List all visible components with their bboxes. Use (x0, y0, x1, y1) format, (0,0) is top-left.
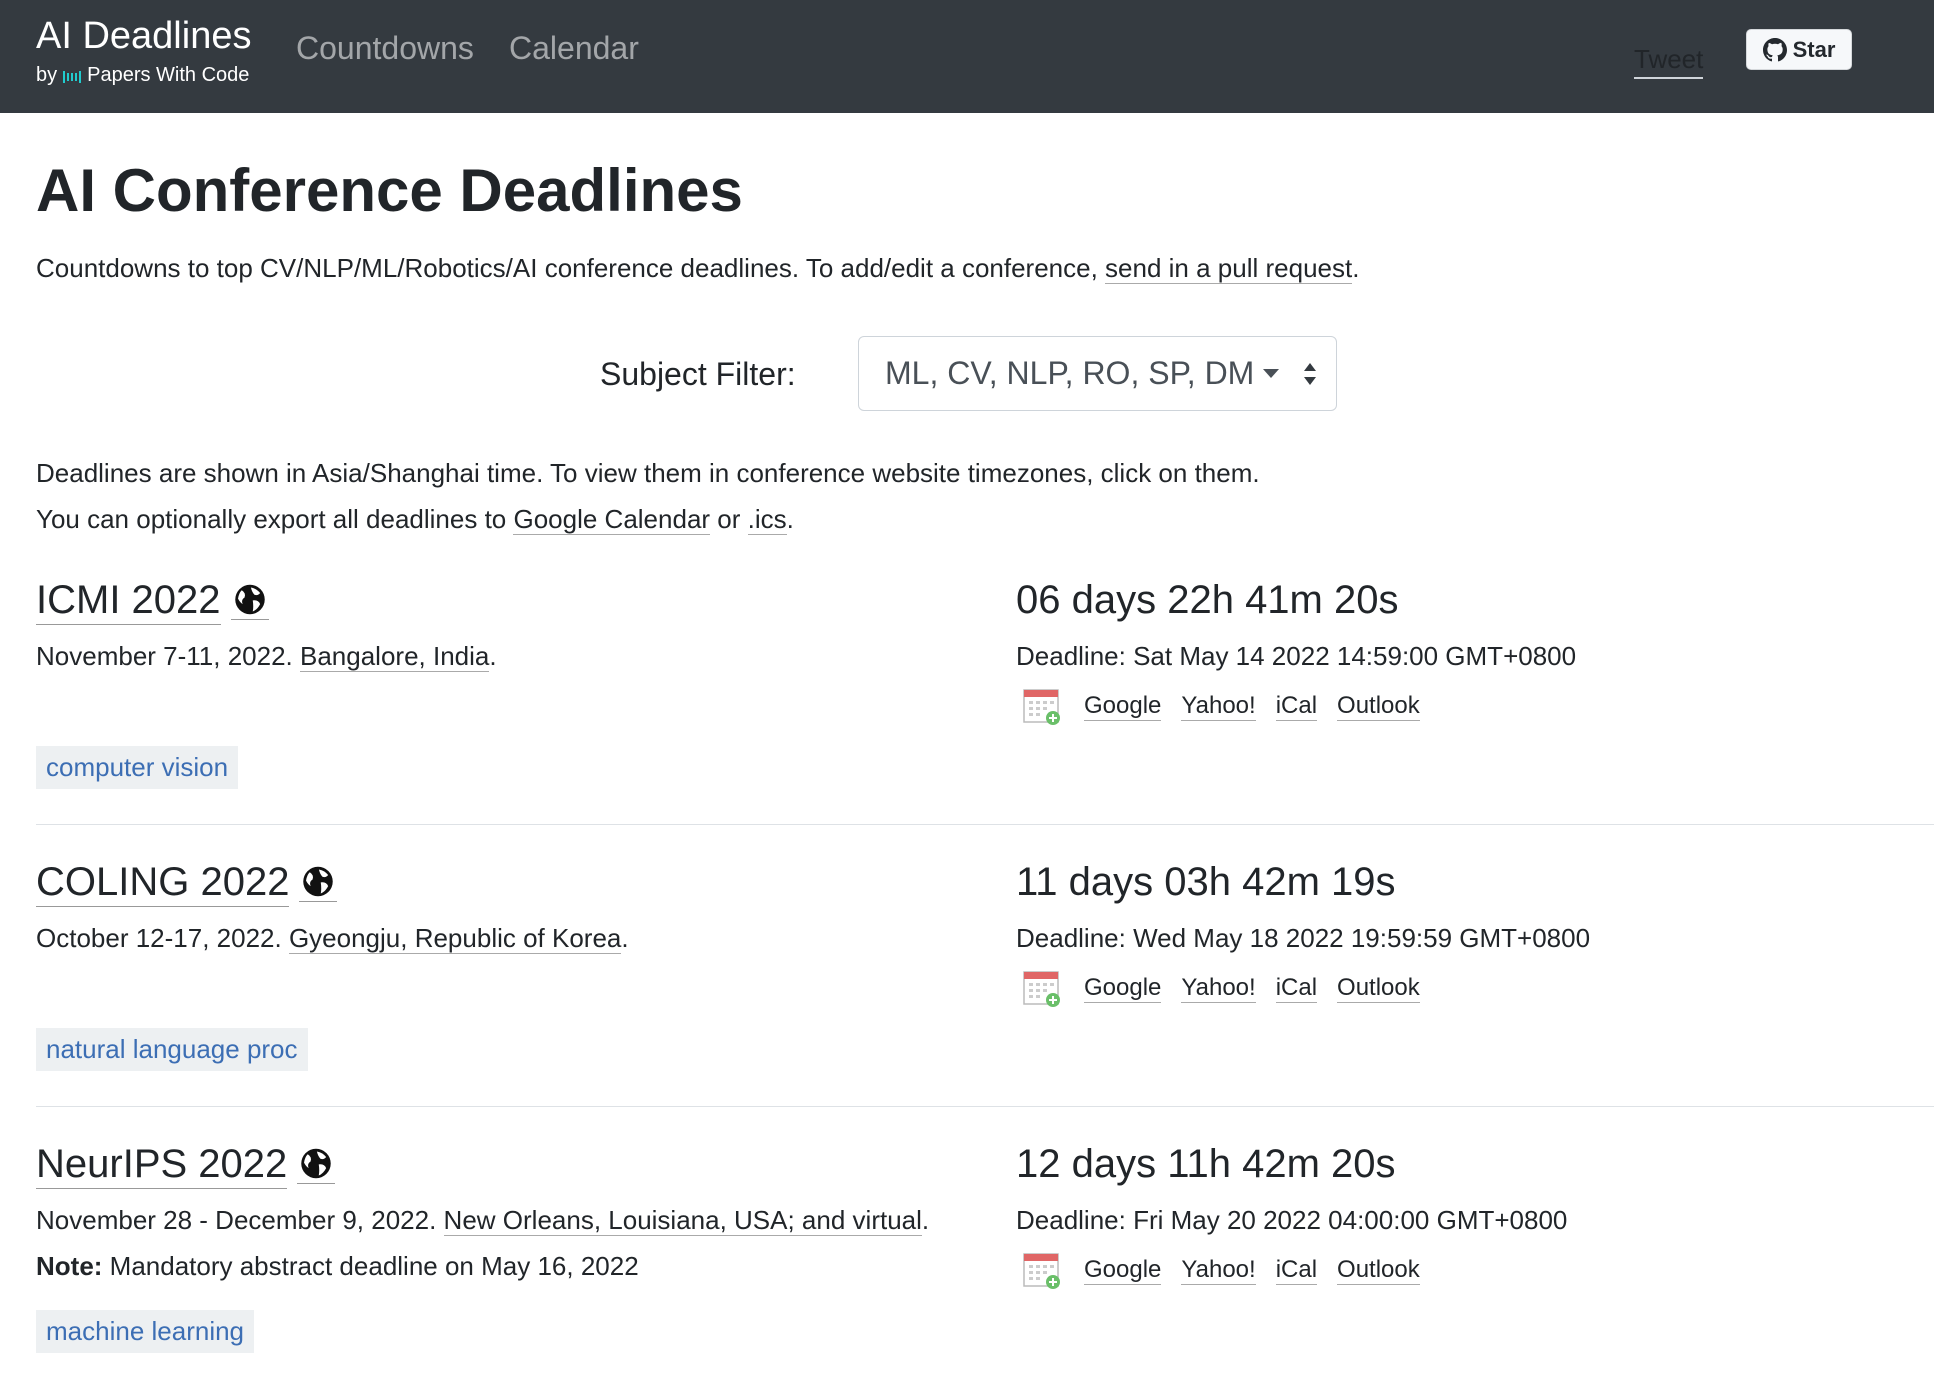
conference-note: Note: Mandatory abstract deadline on May… (36, 1250, 639, 1282)
add-to-outlook-link[interactable]: Outlook (1337, 1256, 1420, 1285)
subject-tag[interactable]: natural language proc (36, 1028, 308, 1071)
conference-dates: October 12-17, 2022. Gyeongju, Republic … (36, 922, 629, 954)
conference-location-link[interactable]: Bangalore, India (300, 641, 490, 672)
countdown-timer: 11 days 03h 42m 19s (1016, 860, 1396, 904)
add-to-ical-link[interactable]: iCal (1275, 1256, 1318, 1285)
intro-prefix: Countdowns to top CV/NLP/ML/Robotics/AI … (36, 253, 1106, 283)
google-calendar-export-link[interactable]: Google Calendar (513, 504, 711, 535)
note-text: Mandatory abstract deadline on May 16, 2… (102, 1251, 639, 1281)
add-to-yahoo-link[interactable]: Yahoo! (1181, 1256, 1256, 1285)
conference-dates: November 28 - December 9, 2022. New Orle… (36, 1204, 929, 1236)
conference-dates: November 7-11, 2022. Bangalore, India. (36, 640, 497, 672)
conference-item: ICMI 2022 November 7-11, 2022. Bangalore… (36, 576, 1934, 806)
conference-date-text: November 7-11, 2022. (36, 641, 300, 671)
conference-title[interactable]: COLING 2022 (36, 858, 290, 907)
deadline-text: Deadline: Wed May 18 2022 19:59:59 GMT+0… (1016, 923, 1591, 953)
subject-filter-value: ML, CV, NLP, RO, SP, DM (885, 355, 1255, 391)
deadline-text: Deadline: Fri May 20 2022 04:00:00 GMT+0… (1016, 1205, 1568, 1235)
add-calendar-icon[interactable] (1022, 686, 1062, 726)
star-label: Star (1792, 36, 1836, 62)
nav-calendar[interactable]: Calendar (509, 30, 639, 67)
add-to-outlook-link[interactable]: Outlook (1337, 692, 1420, 721)
brand-subtitle[interactable]: by Papers With Code (36, 62, 251, 88)
add-calendar-icon[interactable] (1022, 968, 1062, 1008)
subject-tag[interactable]: machine learning (36, 1310, 255, 1353)
countdown-timer: 12 days 11h 42m 20s (1016, 1142, 1396, 1186)
conference-item: NeurIPS 2022 November 28 - December 9, 2… (36, 1140, 1934, 1378)
note-label: Note: (36, 1251, 103, 1281)
period: . (921, 1205, 930, 1235)
nav-countdowns[interactable]: Countdowns (296, 30, 474, 67)
brand-by: by (36, 64, 58, 86)
add-to-outlook-link[interactable]: Outlook (1337, 974, 1420, 1003)
conference-title-row: NeurIPS 2022 (36, 1140, 336, 1189)
add-to-ical-link[interactable]: iCal (1275, 692, 1318, 721)
globe-icon[interactable] (230, 582, 269, 620)
select-updown-icon (1304, 363, 1316, 385)
subject-filter-select[interactable]: ML, CV, NLP, RO, SP, DM (858, 336, 1337, 411)
add-calendar-icon[interactable] (1022, 1250, 1062, 1290)
conference-title-row: ICMI 2022 (36, 576, 269, 625)
add-to-calendar-row: Google Yahoo! iCal Outlook (1022, 968, 1420, 1008)
add-to-google-link[interactable]: Google (1084, 974, 1162, 1003)
github-star-button[interactable]: Star (1746, 29, 1852, 70)
conference-item: COLING 2022 October 12-17, 2022. Gyeongj… (36, 858, 1934, 1088)
conference-location-link[interactable]: New Orleans, Louisiana, USA; and virtual (443, 1205, 922, 1236)
brand[interactable]: AI Deadlines by Papers With Code (36, 14, 251, 88)
globe-icon[interactable] (299, 864, 338, 902)
period: . (489, 641, 497, 671)
timezone-line: Deadlines are shown in Asia/Shanghai tim… (36, 458, 1260, 488)
subject-tag[interactable]: computer vision (36, 746, 239, 789)
pull-request-link[interactable]: send in a pull request (1105, 253, 1353, 284)
conference-title[interactable]: NeurIPS 2022 (36, 1140, 288, 1189)
export-end: . (786, 504, 794, 534)
conference-location-link[interactable]: Gyeongju, Republic of Korea (288, 923, 622, 954)
add-to-calendar-row: Google Yahoo! iCal Outlook (1022, 1250, 1420, 1290)
add-to-calendar-row: Google Yahoo! iCal Outlook (1022, 686, 1420, 726)
conference-date-text: October 12-17, 2022. (36, 923, 289, 953)
github-icon (1762, 37, 1787, 61)
conference-title[interactable]: ICMI 2022 (36, 576, 221, 625)
intro-suffix: . (1352, 253, 1360, 283)
conference-date-text: November 28 - December 9, 2022. (36, 1205, 444, 1235)
conference-title-row: COLING 2022 (36, 858, 338, 907)
countdown-timer: 06 days 22h 41m 20s (1016, 578, 1399, 622)
tweet-button[interactable]: Tweet (1634, 44, 1704, 79)
deadline-text: Deadline: Sat May 14 2022 14:59:00 GMT+0… (1016, 641, 1577, 671)
add-to-google-link[interactable]: Google (1084, 692, 1162, 721)
add-to-yahoo-link[interactable]: Yahoo! (1181, 692, 1256, 721)
caret-down-icon (1263, 369, 1279, 378)
ics-export-link[interactable]: .ics (747, 504, 787, 535)
add-to-yahoo-link[interactable]: Yahoo! (1181, 974, 1256, 1003)
globe-icon[interactable] (297, 1146, 336, 1184)
brand-papers-with-code: Papers With Code (87, 64, 250, 86)
export-or: or (710, 504, 748, 534)
conference-divider (36, 1106, 1934, 1107)
add-to-google-link[interactable]: Google (1084, 1256, 1162, 1285)
export-prefix: You can optionally export all deadlines … (36, 504, 514, 534)
brand-title[interactable]: AI Deadlines (36, 14, 251, 58)
timezone-note: Deadlines are shown in Asia/Shanghai tim… (36, 450, 1260, 542)
navbar: AI Deadlines by Papers With Code Countdo… (0, 0, 1934, 113)
add-to-ical-link[interactable]: iCal (1275, 974, 1318, 1003)
subject-filter-label: Subject Filter: (600, 356, 796, 392)
intro-text: Countdowns to top CV/NLP/ML/Robotics/AI … (36, 252, 1359, 284)
period: . (621, 923, 629, 953)
export-line: You can optionally export all deadlines … (36, 496, 1260, 542)
papers-with-code-icon (63, 71, 82, 83)
page-title: AI Conference Deadlines (36, 157, 743, 224)
conference-divider (36, 824, 1934, 825)
